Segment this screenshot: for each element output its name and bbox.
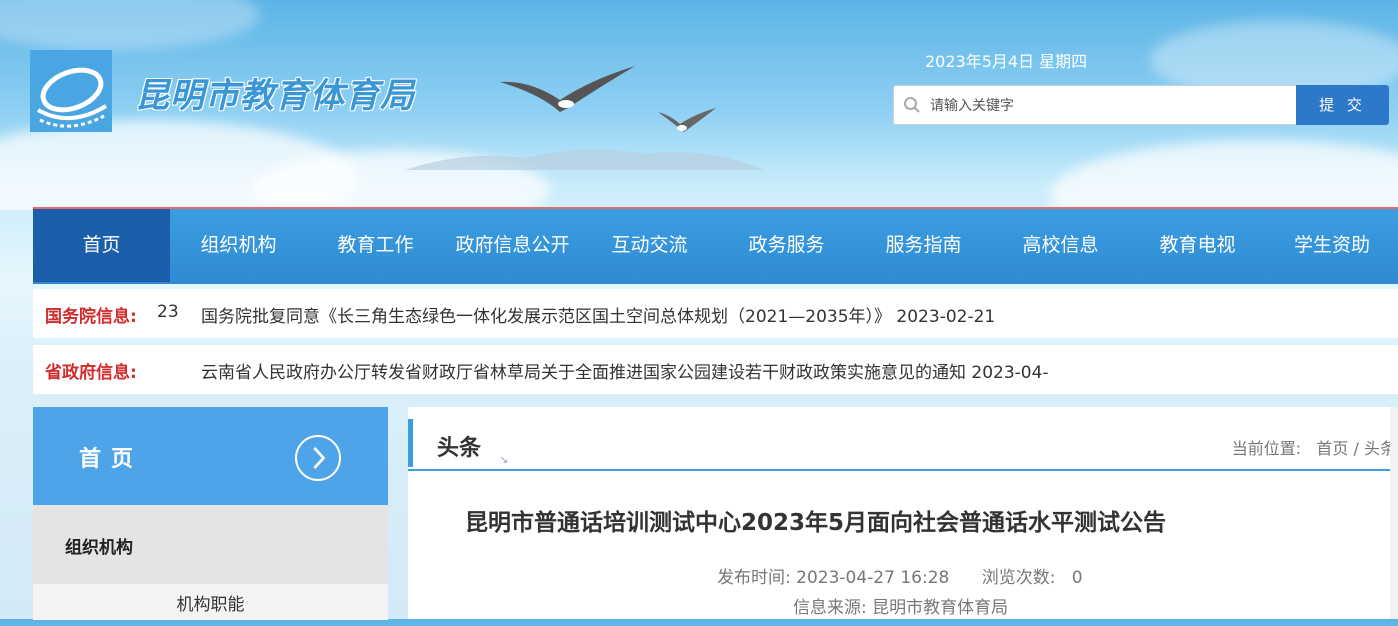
view-count: 0	[1071, 568, 1083, 588]
nav-item-service-guide[interactable]: 服务指南	[855, 209, 992, 282]
breadcrumb-home[interactable]: 首页	[1316, 439, 1348, 458]
source-value: 昆明市教育体育局	[872, 598, 1009, 618]
search-input[interactable]: 请输入关键字	[893, 85, 1297, 125]
nav-item-gov-info[interactable]: 政府信息公开	[444, 209, 581, 282]
notice-state-council: 国务院信息: 23 国务院批复同意《长三角生态绿色一体化发展示范区国土空间总体规…	[33, 289, 1398, 338]
notice-prefix: 23	[157, 302, 179, 322]
nav-item-education-tv[interactable]: 教育电视	[1129, 209, 1266, 282]
article-title: 昆明市普通话培训测试中心2023年5月面向社会普通话水平测试公告	[464, 510, 1167, 536]
corner-arrow-icon: ↘	[499, 453, 509, 466]
nav-item-education-work[interactable]: 教育工作	[307, 209, 444, 282]
publish-time: 2023-04-27 16:28	[796, 568, 950, 588]
sidebar-item-organization[interactable]: 组织机构	[33, 505, 388, 583]
search-icon	[904, 97, 920, 113]
logo-icon[interactable]	[30, 50, 112, 132]
nav-item-organization[interactable]: 组织机构	[170, 209, 307, 282]
sidebar: 首页 组织机构 机构职能	[33, 407, 388, 620]
sidebar-subitem-functions[interactable]: 机构职能	[33, 583, 388, 620]
views-label: 浏览次数:	[981, 568, 1056, 588]
section-header: 头条 ↘ 当前位置: 首页 / 头条	[408, 419, 1398, 471]
notice-label: 国务院信息:	[45, 307, 137, 327]
seagulls-decoration	[500, 66, 716, 132]
search-placeholder: 请输入关键字	[930, 98, 1014, 114]
publish-time-label: 发布时间:	[717, 568, 791, 588]
sidebar-home-label: 首页	[79, 447, 144, 472]
notice-label: 省政府信息:	[45, 363, 137, 383]
search-bar: 请输入关键字 提 交	[893, 85, 1389, 125]
breadcrumb: 当前位置: 首页 / 头条	[1232, 435, 1396, 459]
notice-provincial-gov: 省政府信息: 云南省人民政府办公厅转发省财政厅省林草局关于全面推进国家公园建设若…	[33, 345, 1398, 394]
notice-link[interactable]: 云南省人民政府办公厅转发省财政厅省林草局关于全面推进国家公园建设若干财政政策实施…	[201, 358, 1049, 383]
sidebar-home[interactable]: 首页	[33, 407, 388, 505]
page-scrollbar[interactable]	[1390, 407, 1398, 619]
nav-item-university-info[interactable]: 高校信息	[992, 209, 1129, 282]
notice-link[interactable]: 国务院批复同意《长三角生态绿色一体化发展示范区国土空间总体规划（2021—203…	[201, 302, 995, 327]
article-source: 信息来源: 昆明市教育体育局	[793, 593, 1008, 618]
sidebar-subitem-label: 机构职能	[176, 595, 245, 615]
breadcrumb-prefix: 当前位置:	[1231, 439, 1302, 458]
source-label: 信息来源:	[793, 598, 867, 618]
nav-item-interaction[interactable]: 互动交流	[581, 209, 718, 282]
nav-item-student-aid[interactable]: 学生资助	[1266, 209, 1398, 282]
sidebar-item-label: 组织机构	[65, 538, 133, 558]
main-content: 头条 ↘ 当前位置: 首页 / 头条 昆明市普通话培训测试中心2023年5月面向…	[408, 407, 1398, 619]
site-header: 昆明市教育体育局 2023年5月4日 星期四 请输入关键字 提 交	[0, 0, 1398, 207]
submit-button[interactable]: 提 交	[1296, 85, 1389, 125]
nav-item-home[interactable]: 首页	[33, 209, 170, 282]
section-title: 头条	[437, 436, 482, 461]
nav-item-gov-services[interactable]: 政务服务	[718, 209, 855, 282]
site-title[interactable]: 昆明市教育体育局	[135, 68, 415, 117]
main-nav: 首页 组织机构 教育工作 政府信息公开 互动交流 政务服务 服务指南 高校信息 …	[33, 207, 1398, 284]
current-date: 2023年5月4日 星期四	[925, 52, 1088, 71]
section-accent-bar	[408, 419, 413, 467]
breadcrumb-separator: /	[1353, 439, 1359, 458]
chevron-right-icon[interactable]	[295, 435, 341, 481]
article-meta: 发布时间: 2023-04-27 16:28 浏览次数: 0	[717, 563, 1083, 588]
island-decoration	[405, 149, 765, 170]
